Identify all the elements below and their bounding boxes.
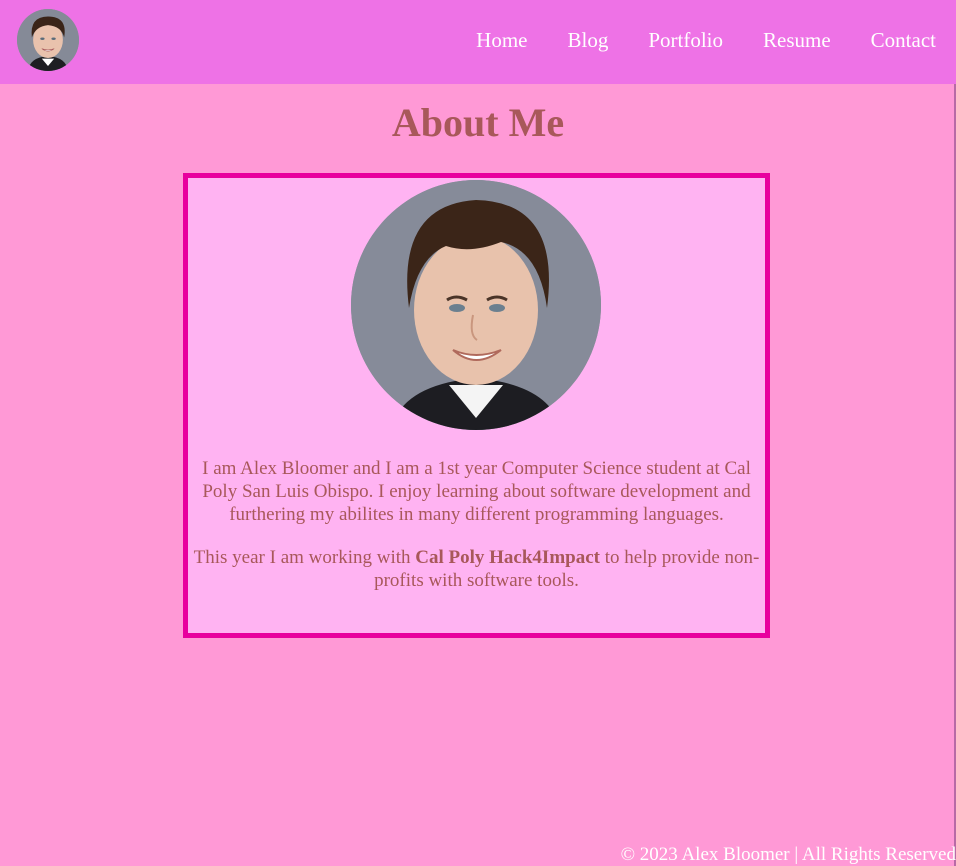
nav-link-resume[interactable]: Resume: [763, 28, 831, 52]
bio-paragraph-2: This year I am working with Cal Poly Hac…: [188, 546, 765, 592]
nav-links: Home Blog Portfolio Resume Contact: [476, 28, 936, 52]
bio-paragraph-1: I am Alex Bloomer and I am a 1st year Co…: [202, 458, 751, 525]
page-title: About Me: [391, 100, 565, 145]
profile-photo-icon: [351, 180, 601, 430]
nav-link-portfolio[interactable]: Portfolio: [648, 28, 723, 52]
navbar: Home Blog Portfolio Resume Contact: [0, 0, 956, 84]
avatar-photo-icon: [17, 9, 79, 71]
bio-paragraph-2-before: This year I am working with: [193, 547, 416, 568]
nav-link-blog[interactable]: Blog: [568, 28, 609, 52]
profile-photo: [351, 180, 601, 430]
about-card: I am Alex Bloomer and I am a 1st year Co…: [183, 173, 770, 638]
footer-copyright: © 2023 Alex Bloomer | All Rights Reserve…: [620, 844, 956, 865]
nav-link-home[interactable]: Home: [476, 28, 527, 52]
nav-avatar[interactable]: [17, 9, 79, 71]
hack4impact-highlight: Cal Poly Hack4Impact: [415, 547, 600, 568]
nav-link-contact[interactable]: Contact: [871, 28, 936, 52]
bio: I am Alex Bloomer and I am a 1st year Co…: [188, 457, 765, 592]
